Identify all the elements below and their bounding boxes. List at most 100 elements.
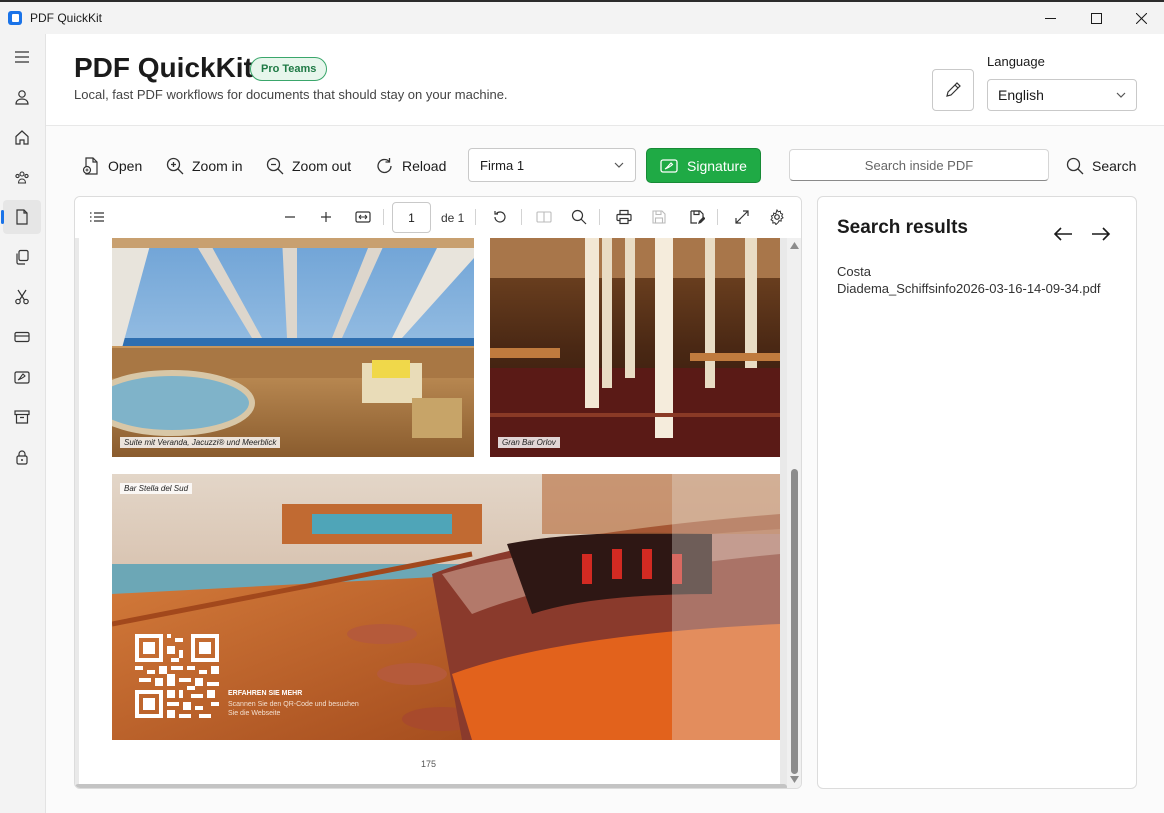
page-subtitle: Local, fast PDF workflows for documents … xyxy=(74,87,508,102)
list-icon xyxy=(90,212,104,222)
toolbar-divider xyxy=(521,209,522,225)
gear-icon xyxy=(770,209,784,225)
window-title: PDF QuickKit xyxy=(30,11,103,25)
viewer-toolbar: 1 de 1 xyxy=(75,197,801,238)
search-results-title: Search results xyxy=(837,217,968,238)
photo-suite: Suite mit Veranda, Jacuzzi® und Meerblic… xyxy=(112,238,474,457)
horizontal-scrollbar[interactable] xyxy=(75,784,787,788)
find-button[interactable] xyxy=(570,208,588,226)
pdf-page: Suite mit Veranda, Jacuzzi® und Meerblic… xyxy=(79,238,780,784)
sidebar-item-archive[interactable] xyxy=(3,400,41,434)
save-as-button[interactable] xyxy=(688,208,706,226)
pdf-canvas[interactable]: Suite mit Veranda, Jacuzzi® und Meerblic… xyxy=(75,238,787,788)
zoom-in-button[interactable]: Zoom in xyxy=(166,152,243,180)
result-line-2: Diadema_Schiffsinfo2026-03-16-14-09-34.p… xyxy=(837,281,1101,296)
minimize-button[interactable] xyxy=(1027,2,1073,34)
search-icon xyxy=(1066,157,1084,175)
search-placeholder: Search inside PDF xyxy=(864,157,974,173)
search-icon xyxy=(571,209,587,225)
signature-icon xyxy=(660,158,678,173)
signature-profile-select[interactable]: Firma 1 xyxy=(468,148,636,182)
open-button[interactable]: Open xyxy=(82,152,142,180)
result-line-1: Costa xyxy=(837,264,871,279)
language-select[interactable]: English xyxy=(987,79,1137,111)
viewer-settings-button[interactable] xyxy=(768,208,786,226)
scissors-icon xyxy=(15,289,29,305)
zoom-out-button[interactable]: Zoom out xyxy=(266,152,351,180)
sidebar-item-team[interactable] xyxy=(3,160,41,194)
reload-icon xyxy=(377,158,392,174)
toolbar-divider xyxy=(475,209,476,225)
close-button[interactable] xyxy=(1118,2,1164,34)
page-view-button[interactable] xyxy=(535,208,553,226)
signature-label: Signature xyxy=(687,157,747,174)
sidebar xyxy=(0,34,46,813)
signature-button[interactable]: Signature xyxy=(646,148,761,183)
sidebar-item-document[interactable] xyxy=(1,200,41,234)
scrollbar-thumb[interactable] xyxy=(791,469,798,774)
rotate-button[interactable] xyxy=(491,208,509,226)
fit-width-icon xyxy=(355,211,371,223)
search-result-item[interactable]: Costa Diadema_Schiffsinfo2026-03-16-14-0… xyxy=(837,263,1127,297)
save-button[interactable] xyxy=(650,208,668,226)
promo-text: Scannen Sie den QR-Code und besuchen Sie… xyxy=(228,701,359,717)
expand-icon xyxy=(735,210,749,224)
print-button[interactable] xyxy=(615,208,633,226)
title-bar: PDF QuickKit xyxy=(0,0,1164,34)
reload-button[interactable]: Reload xyxy=(376,152,446,180)
sidebar-item-card[interactable] xyxy=(3,320,41,354)
sidebar-item-lock[interactable] xyxy=(3,440,41,474)
sidebar-item-home[interactable] xyxy=(3,120,41,154)
language-value: English xyxy=(998,87,1044,103)
home-icon xyxy=(15,130,29,145)
reload-label: Reload xyxy=(402,158,447,174)
plus-icon xyxy=(321,212,331,222)
viewer-zoom-in-button[interactable] xyxy=(317,208,335,226)
sidebar-item-account[interactable] xyxy=(3,80,41,114)
card-icon xyxy=(14,331,30,343)
maximize-button[interactable] xyxy=(1073,2,1119,34)
sidebar-item-menu[interactable] xyxy=(3,40,41,74)
maximize-icon xyxy=(1090,12,1102,24)
save-as-icon xyxy=(690,210,705,224)
previous-result-arrow-icon[interactable] xyxy=(1052,223,1074,245)
search-input[interactable]: Search inside PDF xyxy=(789,149,1049,181)
rotate-icon xyxy=(494,211,506,223)
person-icon xyxy=(15,90,29,105)
minimize-icon xyxy=(1044,17,1056,19)
hamburger-menu-icon xyxy=(15,51,29,63)
toolbar-divider xyxy=(717,209,718,225)
page-count-label: de 1 xyxy=(441,211,465,225)
archive-icon xyxy=(14,410,30,424)
pdf-page-number: 175 xyxy=(421,759,437,769)
page-title: PDF QuickKit xyxy=(74,52,253,83)
promo-title: ERFAHREN SIE MEHR xyxy=(228,690,303,697)
scroll-up-arrow-icon[interactable] xyxy=(790,242,799,249)
search-button[interactable]: Search xyxy=(1066,152,1136,180)
photo-caption: Suite mit Veranda, Jacuzzi® und Meerblic… xyxy=(120,437,281,448)
next-result-arrow-icon[interactable] xyxy=(1090,223,1112,245)
zoom-in-icon xyxy=(166,157,184,175)
page-number-input[interactable]: 1 xyxy=(392,202,431,233)
fullscreen-button[interactable] xyxy=(733,208,751,226)
fit-width-button[interactable] xyxy=(354,208,372,226)
plan-badge: Pro Teams xyxy=(250,57,328,81)
minus-icon xyxy=(285,216,295,218)
sidebar-item-sign[interactable] xyxy=(3,360,41,394)
toolbar-divider xyxy=(383,209,384,225)
sidebar-item-copy[interactable] xyxy=(3,240,41,274)
signature-icon xyxy=(14,371,30,384)
search-results-panel: Search results Costa Diadema_Schiffsinfo… xyxy=(817,196,1137,789)
vertical-scrollbar[interactable] xyxy=(787,238,801,788)
scroll-down-arrow-icon[interactable] xyxy=(790,776,799,783)
sidebar-item-cut[interactable] xyxy=(3,280,41,314)
header: PDF QuickKit Pro Teams Local, fast PDF w… xyxy=(46,34,1164,126)
photo-deck-bar: Bar Stella del Sud ERFAHREN SIE MEHR Sca… xyxy=(112,474,780,740)
edit-button[interactable] xyxy=(932,69,974,111)
viewer-zoom-out-button[interactable] xyxy=(281,208,299,226)
chevron-down-icon xyxy=(1116,92,1126,98)
search-label: Search xyxy=(1092,158,1137,174)
photo-caption: Bar Stella del Sud xyxy=(120,483,193,494)
book-icon xyxy=(536,211,552,223)
outline-button[interactable] xyxy=(88,208,106,226)
